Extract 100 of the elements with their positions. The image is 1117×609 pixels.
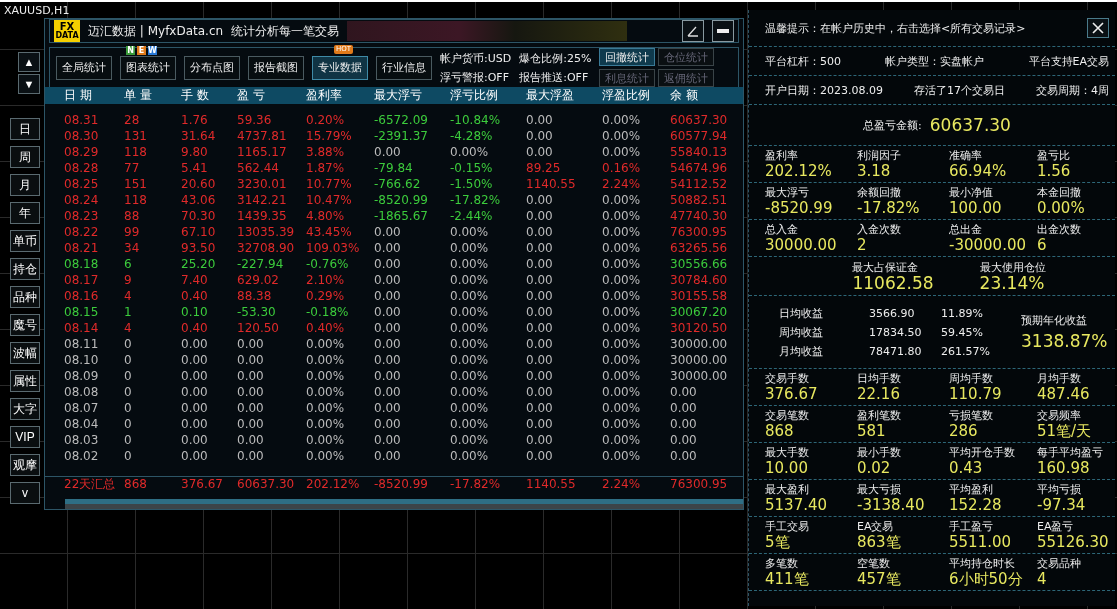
stat-label: 本金回撤 [1037, 185, 1082, 199]
sidebar-button[interactable]: 属性 [10, 370, 40, 392]
table-cell-text: 1165.17 [237, 145, 288, 159]
table-cell-text: 0 [124, 353, 133, 367]
summary-cell-text: 22天汇总 [64, 477, 117, 491]
table-cell-text: 08.21 [64, 241, 100, 255]
stat-value: -8520.99 [765, 198, 834, 217]
table-cell-text: 0.00 [526, 369, 554, 383]
stat-value: 30000.00 [765, 235, 838, 254]
table-cell-text: 0.00 [374, 273, 402, 287]
table-cell-text: 0.00% [602, 433, 642, 447]
table-cell-text: 0.00 [526, 225, 554, 239]
stat-button[interactable]: 回撤统计 [599, 48, 656, 66]
table-cell-text: 0.00% [450, 449, 490, 463]
table-cell-text: 08.28 [64, 161, 100, 175]
table-cell-text: 32708.90 [237, 241, 296, 255]
stat-label: 空笔数 [857, 556, 891, 570]
table-cell-text: 0.00% [602, 193, 642, 207]
table-cell-text: 08.22 [64, 225, 100, 239]
table-cell-text: 0.00% [602, 353, 642, 367]
table-cell-text: 60577.94 [670, 129, 729, 143]
sidebar-button[interactable]: 年 [10, 202, 40, 224]
table-cell-text: 0.00% [602, 449, 642, 463]
table-cell-text: 31.64 [181, 129, 217, 143]
sidebar-button[interactable]: VIP [10, 426, 40, 448]
table-cell-text: 0.00 [181, 337, 209, 351]
table-cell-text: 30000.00 [670, 353, 729, 367]
minimize-button[interactable] [712, 20, 734, 42]
tab-button[interactable]: 分布点图 [184, 55, 240, 80]
edit-button[interactable] [682, 20, 704, 42]
table-cell-text: 4 [124, 321, 133, 335]
sidebar-button[interactable]: 单币 [10, 230, 40, 252]
new-badge-letter: N [126, 45, 135, 55]
table-cell-text: 2.24% [602, 177, 642, 191]
column-header: 浮盈比例 [602, 87, 651, 104]
sidebar-button[interactable]: 大字 [10, 398, 40, 420]
stat-value: 6 [1037, 235, 1048, 254]
setting-label: 报告推送:OFF [519, 69, 590, 85]
table-cell-text: 0.00 [374, 257, 402, 271]
table-cell-text: 0.00 [526, 209, 554, 223]
sidebar-button[interactable]: 日 [10, 118, 40, 140]
column-header: 单 量 [124, 87, 153, 104]
table-cell-text: 43.06 [181, 193, 217, 207]
column-header: 最大浮盈 [526, 87, 575, 104]
table-cell-text: 0.00 [526, 305, 554, 319]
stat-label: 交易频率 [1037, 408, 1082, 422]
table-cell-text: 0.00% [450, 273, 490, 287]
table-cell-text: 08.17 [64, 273, 100, 287]
table-cell-text: 30784.60 [670, 273, 729, 287]
sidebar-button[interactable]: 观摩 [10, 454, 40, 476]
table-cell-text: 1.76 [181, 113, 209, 127]
column-header: 浮亏比例 [450, 87, 499, 104]
table-cell-text: 15.79% [306, 129, 353, 143]
sidebar-button[interactable]: 月 [10, 174, 40, 196]
sidebar-button[interactable]: 周 [10, 146, 40, 168]
table-cell-text: 08.08 [64, 385, 100, 399]
tab-button[interactable]: 行业信息 [376, 55, 432, 80]
table-cell-text: 0.00 [374, 449, 402, 463]
summary-cell-text: 1140.55 [526, 477, 577, 491]
stat-value: 55126.30 [1037, 532, 1109, 551]
sidebar-button[interactable]: 品种 [10, 286, 40, 308]
sidebar-button[interactable]: 魔号 [10, 314, 40, 336]
close-button[interactable] [1087, 18, 1109, 38]
table-cell-text: 08.03 [64, 433, 100, 447]
table-cell-text: 0.00 [670, 417, 698, 431]
table-cell-text: 08.16 [64, 289, 100, 303]
sidebar-button[interactable]: 波幅 [10, 342, 40, 364]
stat-value: 4 [1037, 569, 1048, 588]
tab-button[interactable]: 图表统计 [120, 55, 176, 80]
table-cell-text: 0.00% [450, 369, 490, 383]
table-cell-text: 0.00 [526, 193, 554, 207]
tab-button[interactable]: 专业数据 [312, 55, 368, 80]
tab-button[interactable]: 报告截图 [248, 55, 304, 80]
stat-value: 22.16 [857, 384, 901, 403]
stat-value: 17834.50 [869, 325, 923, 339]
summary-cell-text: 868 [124, 477, 148, 491]
sidebar-button[interactable]: v [10, 482, 40, 504]
table-cell-text: 0.00% [602, 145, 642, 159]
table-cell-text: 0.00% [602, 257, 642, 271]
scroll-button[interactable]: ▲ [18, 52, 40, 72]
sidebar-button[interactable]: 持仓 [10, 258, 40, 280]
tab-button[interactable]: 全局统计 [56, 55, 112, 80]
table-cell-text: 118 [124, 145, 148, 159]
setting-label: 帐户货币:USD [440, 50, 512, 66]
table-cell-text: 151 [124, 177, 148, 191]
table-cell-text: -4.28% [450, 129, 494, 143]
table-cell-text: 6 [124, 257, 133, 271]
table-cell-text: 9 [124, 273, 133, 287]
column-header: 盈利率 [306, 87, 343, 104]
scroll-button[interactable]: ▼ [18, 74, 40, 94]
stat-value: 202.12% [765, 161, 833, 180]
table-cell-text: 562.44 [237, 161, 280, 175]
stat-value: 59.45% [941, 325, 984, 339]
stat-value: 376.67 [765, 384, 819, 403]
stat-label: 最大使用仓位 [979, 260, 1046, 274]
table-cell-text: 25.20 [181, 257, 217, 271]
table-cell-text: 0.00% [306, 369, 346, 383]
stat-value: 2 [857, 235, 868, 254]
summary-cell-text: -17.82% [450, 477, 502, 491]
table-cell-text: 70.30 [181, 209, 217, 223]
